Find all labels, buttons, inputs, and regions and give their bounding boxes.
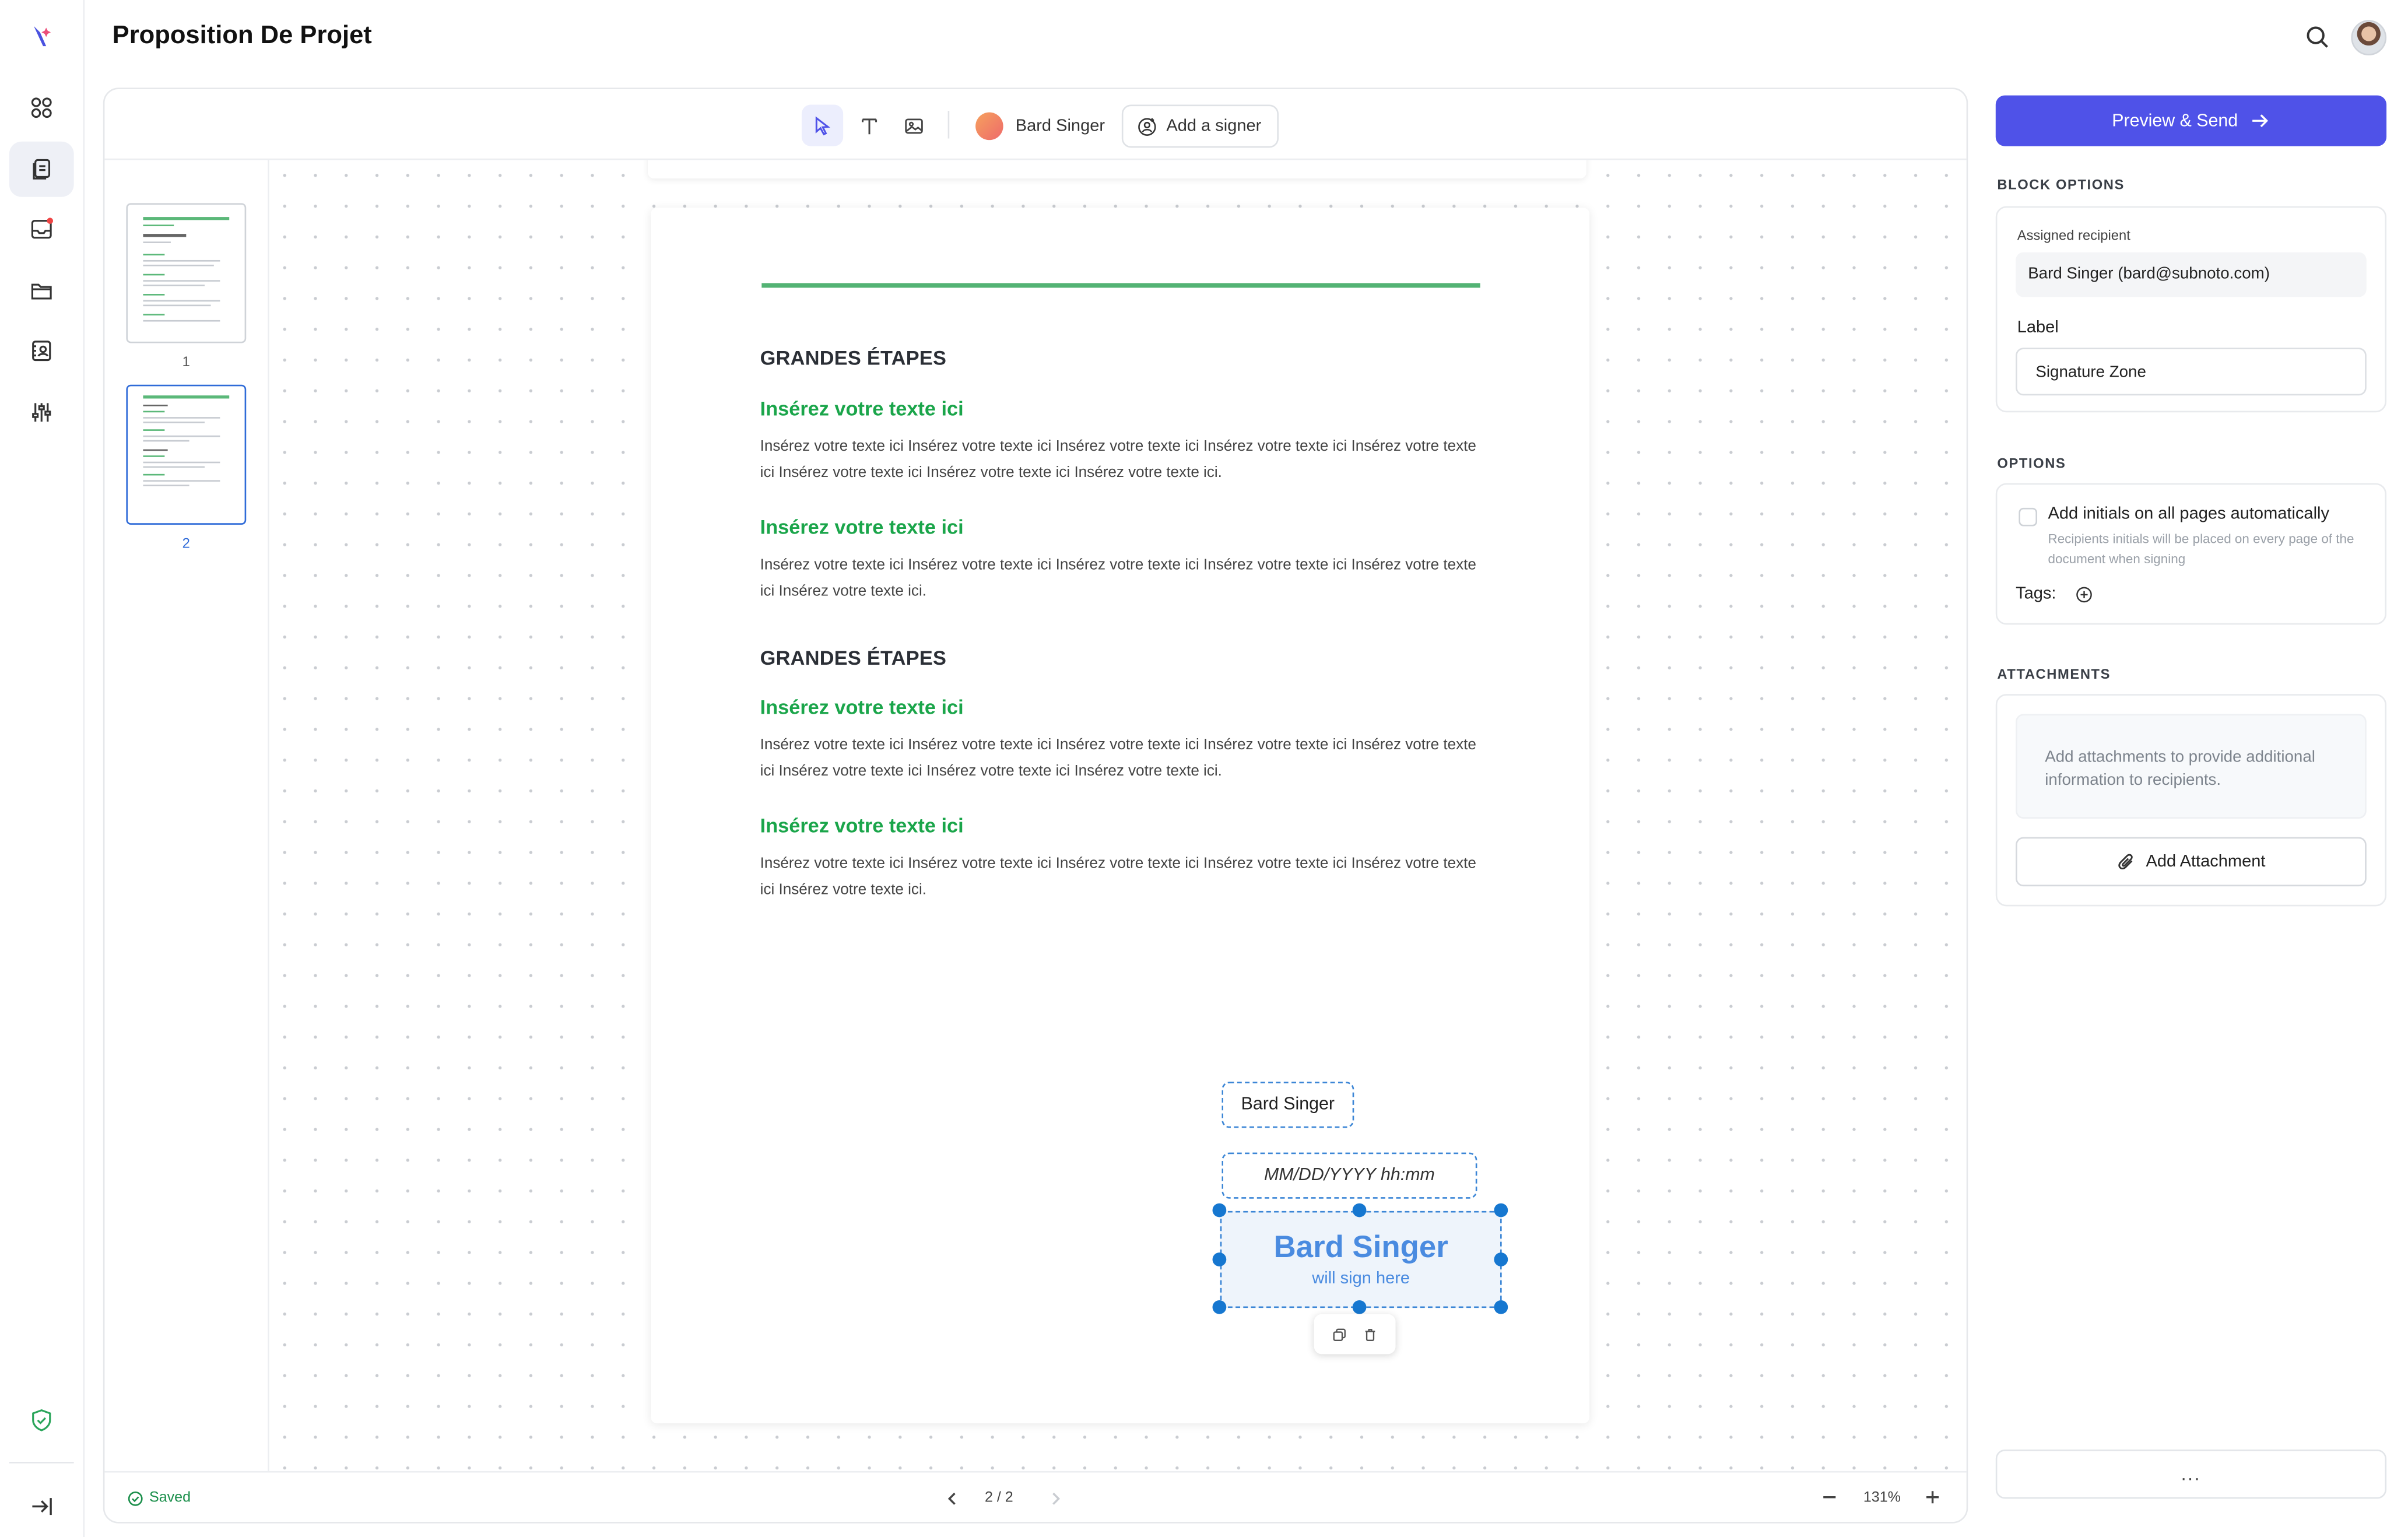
options-card: Add initials on all pages automatically … bbox=[1995, 483, 2387, 625]
block-text: Insérez votre texte ici Insérez votre te… bbox=[760, 737, 1476, 780]
resize-handle[interactable] bbox=[1212, 1300, 1227, 1314]
page-indicator: 2 / 2 bbox=[984, 1489, 1013, 1507]
dashboard-icon[interactable] bbox=[9, 80, 74, 135]
editor-status-bar: Saved 2 / 2 131% bbox=[104, 1471, 1967, 1522]
left-navigation bbox=[0, 0, 85, 1537]
resize-handle[interactable] bbox=[1212, 1252, 1227, 1266]
section-title: GRANDES ÉTAPES bbox=[760, 346, 947, 370]
inbox-icon[interactable] bbox=[9, 202, 74, 257]
documents-icon[interactable] bbox=[9, 141, 74, 197]
more-options-button[interactable]: ... bbox=[1995, 1449, 2387, 1499]
security-shield-icon[interactable] bbox=[9, 1392, 74, 1448]
section-title: GRANDES ÉTAPES bbox=[760, 646, 947, 669]
thumbnail-number: 1 bbox=[182, 353, 190, 370]
toolbar-separator bbox=[947, 111, 950, 139]
page-thumbnail-1[interactable] bbox=[126, 203, 247, 343]
block-heading: Insérez votre texte ici bbox=[760, 814, 964, 837]
attachments-title: ATTACHMENTS bbox=[1997, 666, 2111, 682]
date-field[interactable]: MM/DD/YYYY hh:mm bbox=[1221, 1152, 1477, 1199]
sliders-icon[interactable] bbox=[9, 385, 74, 440]
editor-toolbar: Bard Singer Add a signer bbox=[104, 89, 1967, 160]
save-status: Saved bbox=[128, 1490, 191, 1507]
assigned-recipient-field[interactable]: Bard Singer (bard@subnoto.com) bbox=[2016, 252, 2367, 297]
folder-icon[interactable] bbox=[9, 263, 74, 318]
resize-handle[interactable] bbox=[1212, 1203, 1227, 1217]
tags-label: Tags: bbox=[2016, 584, 2056, 603]
app-logo-icon[interactable] bbox=[9, 9, 74, 65]
page-title: Proposition De Projet bbox=[112, 21, 372, 50]
add-signer-button[interactable]: Add a signer bbox=[1121, 104, 1279, 148]
zoom-level: 131% bbox=[1863, 1489, 1901, 1507]
signature-name: Bard Singer bbox=[1273, 1231, 1448, 1265]
saved-label: Saved bbox=[149, 1489, 191, 1507]
signer-name-field[interactable]: Bard Singer bbox=[1221, 1082, 1354, 1128]
preview-send-button[interactable]: Preview & Send bbox=[1995, 95, 2387, 146]
block-options-card: Assigned recipient Bard Singer (bard@sub… bbox=[1995, 206, 2387, 413]
paperclip-icon bbox=[2118, 854, 2132, 869]
preview-send-label: Preview & Send bbox=[2112, 111, 2238, 130]
initials-option-description: Recipients initials will be placed on ev… bbox=[2048, 531, 2354, 567]
add-signer-label: Add a signer bbox=[1166, 117, 1262, 136]
next-page-icon[interactable] bbox=[1047, 1490, 1065, 1508]
signer-avatar-icon bbox=[975, 111, 1003, 139]
assigned-recipient-label: Assigned recipient bbox=[2017, 227, 2130, 243]
block-heading: Insérez votre texte ici bbox=[760, 396, 964, 420]
select-tool-icon[interactable] bbox=[801, 104, 844, 146]
signer-chip[interactable]: Bard Singer bbox=[975, 106, 1105, 145]
page-thumbnail-2[interactable] bbox=[126, 384, 247, 525]
page-green-rule bbox=[761, 283, 1480, 288]
duplicate-icon[interactable] bbox=[1332, 1327, 1346, 1341]
block-text: Insérez votre texte ici Insérez votre te… bbox=[760, 438, 1476, 482]
add-attachment-button[interactable]: Add Attachment bbox=[2016, 837, 2367, 887]
signature-zone[interactable]: Bard Singer will sign here bbox=[1220, 1210, 1502, 1308]
resize-handle[interactable] bbox=[1352, 1300, 1367, 1314]
label-field-label: Label bbox=[2017, 318, 2059, 337]
block-options-title: BLOCK OPTIONS bbox=[1997, 177, 2125, 192]
signer-name: Bard Singer bbox=[1015, 116, 1105, 135]
resize-handle[interactable] bbox=[1494, 1252, 1508, 1266]
delete-icon[interactable] bbox=[1363, 1327, 1377, 1341]
resize-handle[interactable] bbox=[1494, 1203, 1508, 1217]
contact-card-icon[interactable] bbox=[9, 323, 74, 378]
search-icon[interactable] bbox=[2305, 24, 2329, 49]
initials-option-label: Add initials on all pages automatically bbox=[2048, 504, 2329, 524]
collapse-sidebar-icon[interactable] bbox=[9, 1479, 74, 1534]
nav-divider bbox=[9, 1462, 74, 1464]
thumbnail-number: 2 bbox=[182, 535, 190, 551]
check-circle-icon bbox=[128, 1490, 143, 1506]
image-tool-icon[interactable] bbox=[893, 104, 934, 146]
add-user-icon bbox=[1138, 117, 1156, 135]
add-attachment-label: Add Attachment bbox=[2146, 852, 2266, 871]
block-heading: Insérez votre texte ici bbox=[760, 515, 964, 539]
user-avatar[interactable] bbox=[2351, 20, 2387, 56]
options-title: OPTIONS bbox=[1997, 455, 2066, 471]
previous-page-icon[interactable] bbox=[943, 1490, 962, 1508]
document-page[interactable]: GRANDES ÉTAPES Insérez votre texte ici I… bbox=[651, 208, 1590, 1424]
document-canvas[interactable]: GRANDES ÉTAPES Insérez votre texte ici I… bbox=[269, 160, 1967, 1471]
attachments-card: Add attachments to provide additional in… bbox=[1995, 694, 2387, 907]
block-text: Insérez votre texte ici Insérez votre te… bbox=[760, 855, 1476, 899]
document-editor: Bard Singer Add a signer 1 2 GRANDES ÉTA… bbox=[103, 87, 1968, 1524]
page-thumbnails: 1 2 bbox=[104, 160, 269, 1471]
zoom-out-icon[interactable] bbox=[1820, 1488, 1839, 1507]
initials-checkbox[interactable] bbox=[2019, 507, 2038, 527]
attachments-note: Add attachments to provide additional in… bbox=[2016, 714, 2367, 819]
block-text: Insérez votre texte ici Insérez votre te… bbox=[760, 557, 1476, 601]
signature-block-toolbar bbox=[1314, 1314, 1396, 1354]
resize-handle[interactable] bbox=[1352, 1203, 1367, 1217]
resize-handle[interactable] bbox=[1494, 1300, 1508, 1314]
zoom-in-icon[interactable] bbox=[1923, 1488, 1942, 1507]
signature-subtext: will sign here bbox=[1312, 1269, 1410, 1288]
text-tool-icon[interactable] bbox=[848, 104, 889, 146]
arrow-right-icon bbox=[2253, 114, 2269, 128]
label-input[interactable]: Signature Zone bbox=[2016, 348, 2367, 396]
block-heading: Insérez votre texte ici bbox=[760, 695, 964, 719]
previous-page-edge bbox=[648, 160, 1586, 179]
add-tag-icon[interactable] bbox=[2076, 586, 2093, 603]
